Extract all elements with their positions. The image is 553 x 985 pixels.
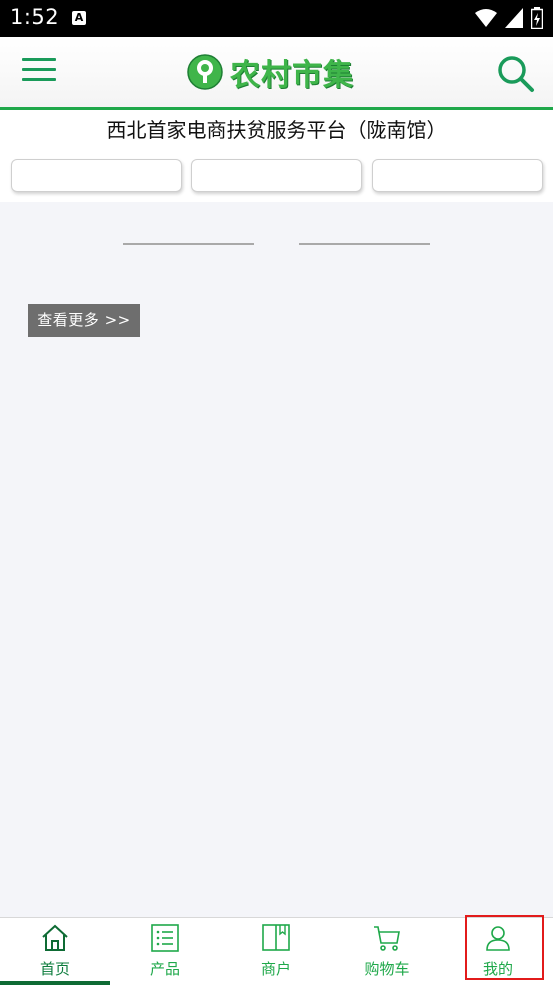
- bottom-tab-bar: 首页 产品 商户 购物车 我的: [0, 917, 553, 985]
- status-icons: [475, 7, 543, 29]
- list-icon: [151, 924, 179, 952]
- book-icon: [262, 924, 290, 951]
- platform-subtitle: 西北首家电商扶贫服务平台（陇南馆）: [106, 118, 447, 142]
- signal-icon: [505, 8, 523, 28]
- app-logo: 农村市集: [186, 53, 354, 93]
- category-card[interactable]: [191, 159, 362, 192]
- menu-icon: [22, 58, 56, 61]
- tree-logo-icon: [187, 54, 223, 90]
- logo-text: 农村市集: [230, 58, 354, 93]
- notification-badge-icon: A: [72, 11, 86, 25]
- tab-label: 产品: [149, 960, 180, 978]
- tab-label: 购物车: [364, 960, 410, 978]
- tab-cart[interactable]: 购物车: [332, 918, 442, 985]
- tab-label: 首页: [39, 960, 70, 978]
- tab-products[interactable]: 产品: [110, 918, 220, 985]
- tab-home[interactable]: 首页: [0, 918, 110, 985]
- app-header: 农村市集: [0, 37, 553, 110]
- section-divider-left: [123, 243, 254, 245]
- tab-mine[interactable]: 我的: [443, 918, 553, 985]
- tab-merchants[interactable]: 商户: [221, 918, 331, 985]
- see-more-button[interactable]: 查看更多 >>: [28, 304, 140, 337]
- category-card[interactable]: [372, 159, 543, 192]
- status-time: 1:52: [10, 5, 60, 29]
- tab-label: 我的: [482, 960, 513, 978]
- category-cards: [0, 150, 553, 202]
- menu-button[interactable]: [22, 58, 56, 88]
- section-divider-right: [299, 243, 430, 245]
- status-bar: 1:52 A: [0, 0, 553, 37]
- user-icon: [486, 926, 510, 951]
- wifi-icon: [475, 9, 497, 27]
- category-card[interactable]: [11, 159, 182, 192]
- tab-label: 商户: [260, 960, 291, 978]
- subtitle-bar: 西北首家电商扶贫服务平台（陇南馆）: [0, 110, 553, 150]
- battery-icon: [531, 7, 543, 29]
- search-icon[interactable]: [497, 55, 535, 93]
- cart-icon: [374, 926, 400, 951]
- home-icon: [42, 924, 68, 951]
- active-tab-indicator: [0, 981, 110, 985]
